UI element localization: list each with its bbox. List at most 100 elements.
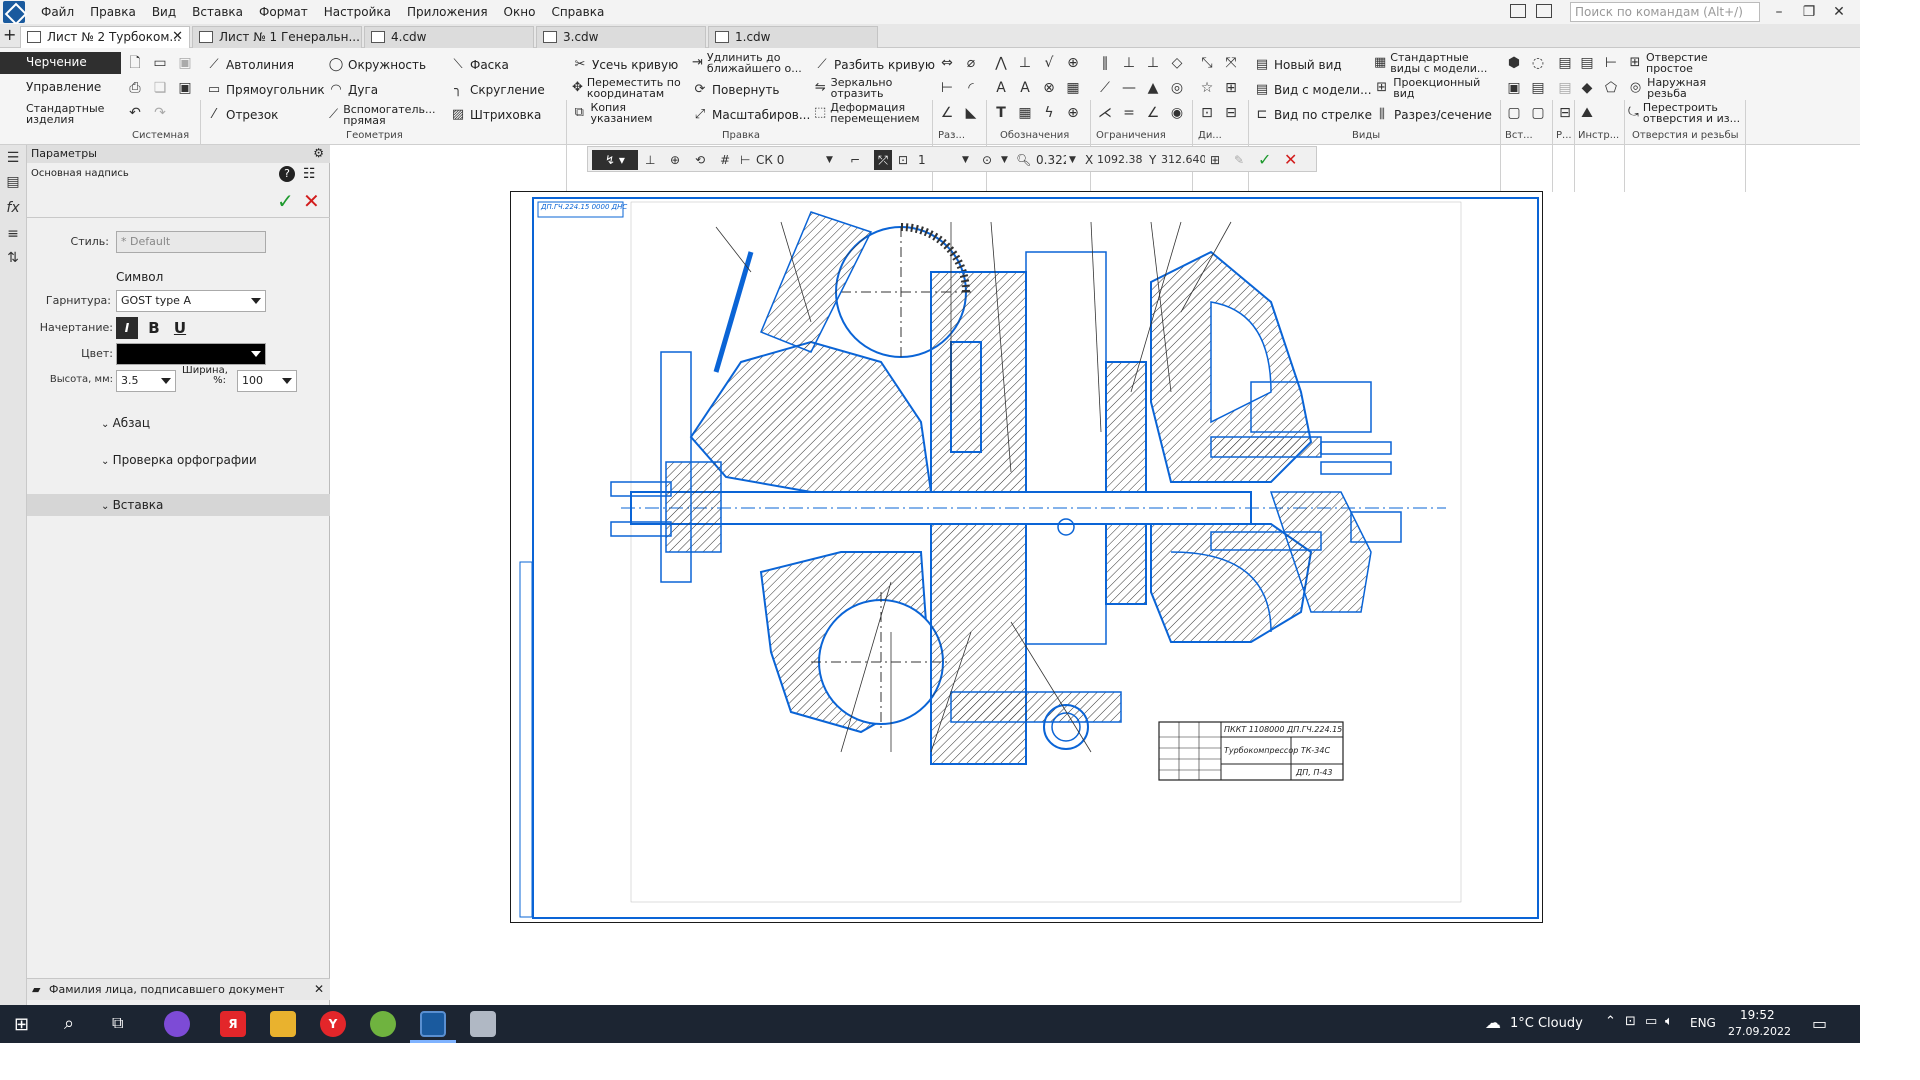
zoom-icon[interactable]: 🔍︎ [1016,150,1031,170]
auto-dimension-icon[interactable]: ⇔ [938,54,956,72]
menu-help[interactable]: Справка [543,5,612,19]
confirm-check-icon[interactable]: ✓ [277,189,294,213]
angle-constraint-icon[interactable]: ∠ [1144,104,1162,122]
autoline-button[interactable]: ⟋ Автолиния [206,54,294,76]
tab-1cdw[interactable]: 1.cdw [708,26,878,48]
app-icon[interactable] [470,1011,496,1037]
coords-icon[interactable]: ⊞ [1210,150,1220,170]
grid-icon[interactable]: # [720,150,730,170]
mode-standard-parts[interactable]: Стандартные изделия [0,101,121,125]
weather-text[interactable]: 1°C Cloudy [1510,1016,1583,1031]
scale-button[interactable]: ⤢ Масштабиров... [692,104,811,126]
tab-general[interactable]: Лист № 1 Генеральн... [192,26,362,48]
wifi-icon[interactable]: ▭ [1645,1014,1657,1029]
horizontal-icon[interactable]: — [1120,79,1138,97]
text-a-icon[interactable]: A [992,79,1010,97]
italic-button[interactable]: I [116,317,138,339]
network-icon[interactable]: ⊡ [1625,1014,1636,1029]
radius-icon[interactable]: ◜ [962,79,980,97]
alice-icon[interactable] [164,1011,190,1037]
cancel-x-icon[interactable]: ✕ [1284,150,1297,170]
parallel-icon[interactable]: ∥ [1096,54,1114,72]
circle-button[interactable]: ◯ Окружность [328,54,426,76]
help-icon[interactable]: ? [279,166,295,182]
external-thread-button[interactable]: ◎ Наружная резьба [1628,77,1744,99]
task-view-icon[interactable]: ⧉ [112,1013,123,1033]
insert-view-icon[interactable]: ▢ [1505,104,1523,122]
rebuild-holes-button[interactable]: ⤿ Перестроить отверстия и из... [1628,102,1744,124]
open-folder-icon[interactable]: ▭ [151,54,169,72]
search-icon[interactable]: ⌕ [64,1013,74,1034]
chamfer-button[interactable]: ⟍ Фаска [450,54,508,76]
cs-value[interactable]: СК 0 [756,150,784,170]
redo-icon[interactable]: ↷ [151,104,169,122]
tool-icon-3[interactable]: ◆ [1578,79,1596,97]
tree-icon[interactable]: ▤ [4,173,22,191]
diameter-icon[interactable]: ⌀ [962,54,980,72]
step-icon[interactable]: ⌐ [850,150,860,170]
snap-toggle-icon[interactable]: ⤱ [874,150,892,170]
arc-button[interactable]: ◠ Дуга [328,79,378,101]
tool-icon-5[interactable]: ⛰ [1578,104,1596,122]
table-icon[interactable]: ▦ [1064,79,1082,97]
layer-icon[interactable]: ⊡ [898,150,908,170]
hatch-button[interactable]: ▨ Штриховка [450,104,542,126]
tab-turbo[interactable]: Лист № 2 Турбоком... ✕ [20,26,190,48]
diag-icon-6[interactable]: ⊟ [1222,104,1240,122]
layout-icon[interactable] [1510,4,1526,18]
fix-icon[interactable]: ▲ [1144,79,1162,97]
rectangle-button[interactable]: ▭ Прямоугольник [206,79,325,101]
file-explorer-icon[interactable] [270,1011,296,1037]
tool-icon-1[interactable]: ▤ [1578,54,1596,72]
menu-format[interactable]: Формат [251,5,316,19]
lightning-icon[interactable]: ϟ [1040,104,1058,122]
menu-edit[interactable]: Правка [82,5,144,19]
image-icon[interactable]: ▣ [1505,79,1523,97]
yandex-icon[interactable]: Я [220,1011,246,1037]
zoom-value[interactable]: 0.322 [1036,150,1066,170]
underline-button[interactable]: U [169,317,191,339]
chevron-up-icon[interactable]: ⌃ [1605,1014,1616,1029]
close-hint-icon[interactable]: ✕ [314,982,324,996]
menu-apps[interactable]: Приложения [399,5,496,19]
menu-settings[interactable]: Настройка [316,5,399,19]
move-coords-button[interactable]: ✥ Переместить по координатам [572,77,690,99]
bold-button[interactable]: B [143,317,165,339]
parameters-icon[interactable]: ☰ [4,149,22,167]
tool-icon-4[interactable]: ⬠ [1602,79,1620,97]
kompas-taskbar-icon[interactable] [420,1011,446,1037]
tab-4cdw[interactable]: 4.cdw [364,26,534,48]
center-mark-icon[interactable]: ⊕ [1064,104,1082,122]
mode-management[interactable]: Управление [0,77,121,99]
model-view-button[interactable]: ▤ Вид с модели... [1254,79,1372,101]
diag-icon-3[interactable]: ☆ [1198,79,1216,97]
arc-dimension-icon[interactable]: ◣ [962,104,980,122]
layers-icon[interactable]: ≡ [4,225,22,243]
tolerance-icon[interactable]: ⊗ [1040,79,1058,97]
leader-icon[interactable]: ⋀ [992,54,1010,72]
language-indicator[interactable]: ENG [1690,1016,1716,1030]
equal-icon[interactable]: = [1120,104,1138,122]
command-search-input[interactable]: Поиск по командам (Alt+/) [1570,2,1760,22]
report-icon[interactable]: ▤ [1556,54,1574,72]
drawing-sheet[interactable]: ДП.ГЧ.224.15 0000 ДНС ПККТ 1108000 ДП.ГЧ… [510,191,1543,923]
insert-fragment-icon[interactable]: ▤ [1529,79,1547,97]
section-button[interactable]: ⫼ Разрез/сечение [1374,104,1492,126]
new-doc-icon[interactable]: 🗋 [126,54,144,72]
snap-point-icon[interactable]: ⊕ [670,150,680,170]
copy-icon[interactable]: ❏ [151,79,169,97]
chevron-down-icon[interactable]: ▼ [826,150,833,170]
position-icon[interactable]: ⊕ [1064,54,1082,72]
diag-icon-2[interactable]: ⤧ [1222,54,1240,72]
close-window-button[interactable]: ✕ [1825,0,1853,24]
deform-button[interactable]: ⬚ Деформация перемещением [814,102,930,124]
gear-icon[interactable]: ⚙ [313,146,324,160]
concentric-icon[interactable]: ◎ [1168,79,1186,97]
width-select[interactable]: 100 [237,370,297,392]
linear-dimension-icon[interactable]: ⊢ [938,79,956,97]
restore-button[interactable]: ❐ [1795,0,1823,24]
corner-code[interactable]: ДП.ГЧ.224.15 0000 ДНС [541,203,627,211]
report-icon-3[interactable]: ⊟ [1556,104,1574,122]
x-coordinate-field[interactable]: 1092.38 [1097,150,1145,170]
mode-drawing[interactable]: Черчение [0,52,121,74]
